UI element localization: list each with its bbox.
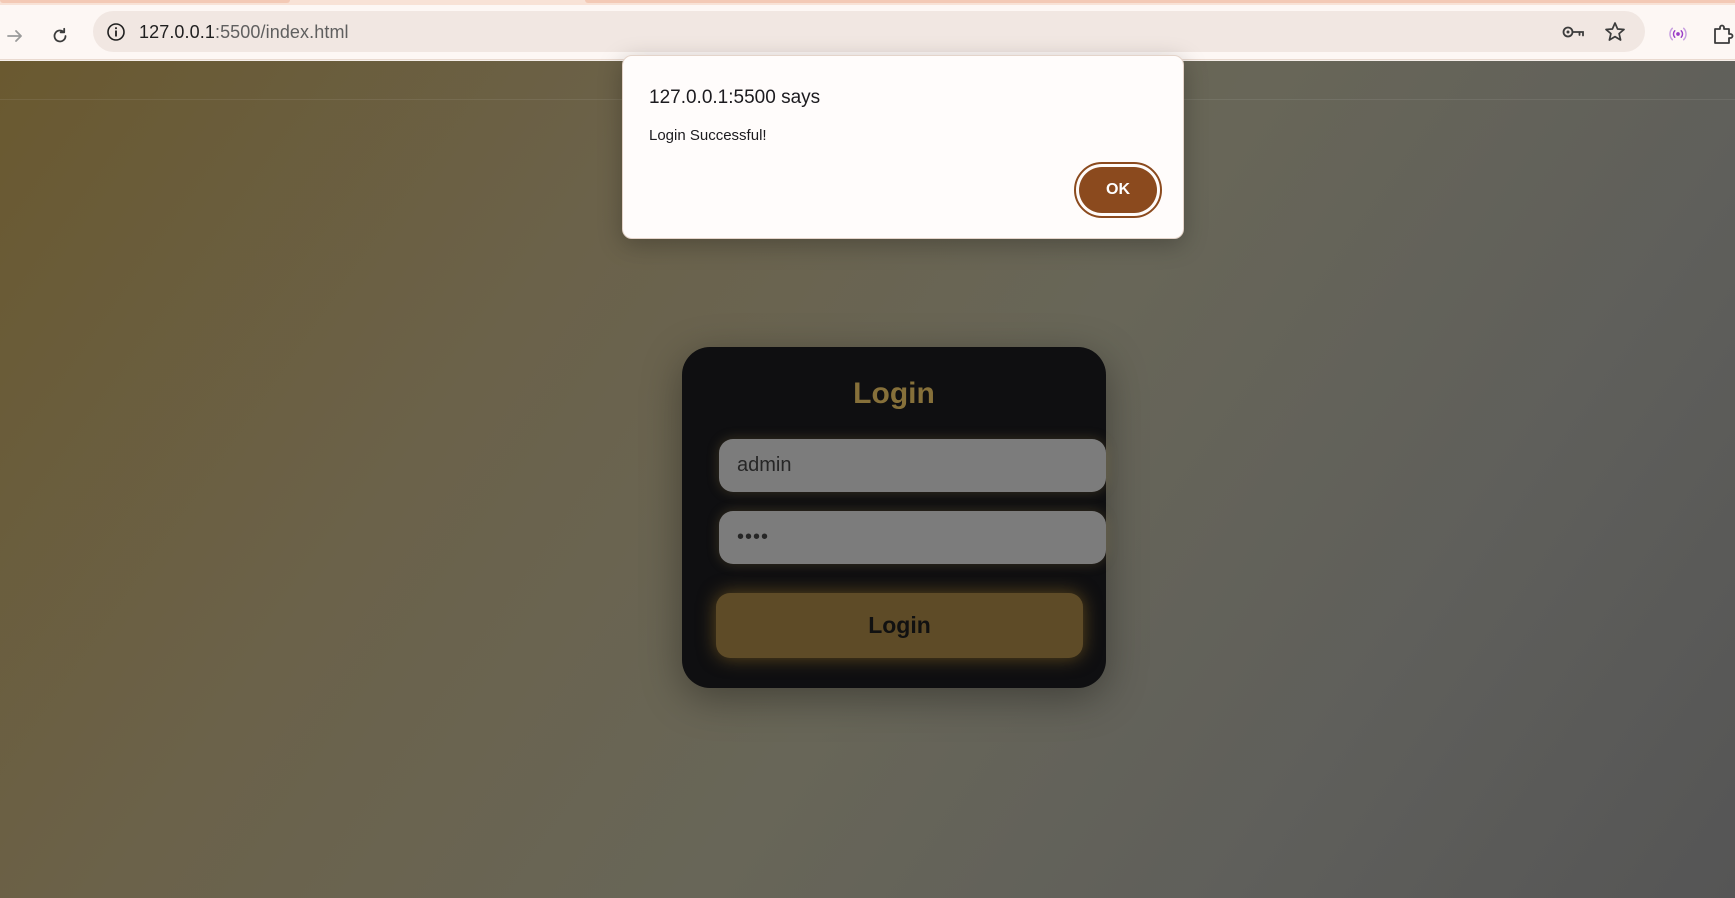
arrow-right-icon xyxy=(7,30,22,42)
address-bar[interactable]: 127.0.0.1:5500/index.html xyxy=(93,11,1645,52)
site-info-button[interactable] xyxy=(103,19,128,44)
password-input[interactable]: •••• xyxy=(719,511,1106,564)
url-host: 127.0.0.1 xyxy=(139,22,215,42)
ok-button[interactable]: OK xyxy=(1079,167,1157,213)
password-value: •••• xyxy=(737,526,770,548)
info-icon xyxy=(106,22,125,41)
tab-active[interactable] xyxy=(585,0,1735,3)
forward-button[interactable] xyxy=(0,19,32,53)
browser-toolbar: 127.0.0.1:5500/index.html xyxy=(0,5,1735,60)
url-text[interactable]: 127.0.0.1:5500/index.html xyxy=(139,22,349,43)
key-icon xyxy=(1562,26,1584,38)
ok-button-focus-ring: OK xyxy=(1074,162,1162,218)
login-title: Login xyxy=(853,377,935,410)
login-card: Login admin •••• Login xyxy=(682,347,1106,688)
star-icon xyxy=(1605,22,1625,41)
bookmark-button[interactable] xyxy=(1603,20,1627,44)
password-manager-button[interactable] xyxy=(1561,20,1585,44)
alert-dialog: 127.0.0.1:5500 says Login Successful! OK xyxy=(622,55,1184,239)
username-value: admin xyxy=(737,454,792,476)
login-button[interactable]: Login xyxy=(716,593,1083,658)
dialog-title: 127.0.0.1:5500 says xyxy=(649,87,821,108)
broadcast-icon xyxy=(1669,27,1687,41)
extensions-button[interactable] xyxy=(1708,19,1735,49)
tab-previous[interactable] xyxy=(0,0,290,3)
extension-broadcast-button[interactable] xyxy=(1663,19,1693,49)
puzzle-icon xyxy=(1714,24,1734,44)
url-path: :5500/index.html xyxy=(214,22,349,42)
reload-icon xyxy=(53,27,67,43)
reload-button[interactable] xyxy=(43,19,77,53)
username-input[interactable]: admin xyxy=(719,439,1106,492)
dialog-message: Login Successful! xyxy=(649,127,767,144)
